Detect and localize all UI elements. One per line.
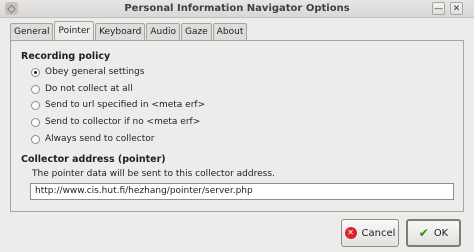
- tab-gaze[interactable]: Gaze: [180, 23, 212, 40]
- title-bar: ◇ Personal Information Navigator Options…: [0, 0, 474, 18]
- tab-audio[interactable]: Audio: [146, 23, 180, 40]
- radio-unchecked-icon[interactable]: [31, 134, 40, 144]
- collector-description: The pointer data will be sent to this co…: [32, 169, 275, 179]
- tab-general[interactable]: General: [10, 23, 54, 40]
- radio-label: Send to url specified in <meta erf>: [45, 100, 206, 110]
- ok-label: OK: [433, 227, 449, 239]
- radio-unchecked-icon[interactable]: [31, 117, 40, 127]
- tab-pointer[interactable]: Pointer: [54, 21, 95, 40]
- radio-obey-general[interactable]: Obey general settings: [31, 66, 144, 78]
- collector-address-heading: Collector address (pointer): [21, 154, 166, 165]
- radio-send-to-collector-if-no-meta[interactable]: Send to collector if no <meta erf>: [31, 116, 200, 128]
- cancel-label: Cancel: [361, 227, 396, 239]
- ok-button[interactable]: ✔ OK: [406, 219, 461, 247]
- collector-address-input[interactable]: http://www.cis.hut.fi/hezhang/pointer/se…: [30, 183, 454, 200]
- radio-do-not-collect[interactable]: Do not collect at all: [31, 83, 133, 95]
- radio-label: Do not collect at all: [45, 84, 133, 94]
- radio-always-send[interactable]: Always send to collector: [31, 133, 155, 145]
- cancel-icon: ✕: [344, 227, 357, 239]
- tab-bar: General Pointer Keyboard Audio Gaze Abou…: [10, 21, 248, 41]
- tab-about[interactable]: About: [212, 23, 248, 40]
- minimize-button[interactable]: —: [432, 2, 445, 15]
- radio-label: Send to collector if no <meta erf>: [45, 117, 201, 127]
- radio-checked-icon[interactable]: [31, 67, 40, 77]
- radio-unchecked-icon[interactable]: [31, 84, 40, 94]
- radio-label: Obey general settings: [45, 67, 145, 77]
- checkmark-icon: ✔: [418, 226, 429, 240]
- cancel-button[interactable]: ✕ Cancel: [341, 219, 399, 247]
- radio-send-to-url[interactable]: Send to url specified in <meta erf>: [31, 99, 205, 111]
- window-title: Personal Information Navigator Options: [124, 3, 350, 14]
- radio-label: Always send to collector: [45, 134, 155, 144]
- radio-unchecked-icon[interactable]: [31, 100, 40, 110]
- recording-policy-heading: Recording policy: [21, 51, 111, 62]
- tab-keyboard[interactable]: Keyboard: [95, 23, 146, 40]
- close-button[interactable]: ✕: [450, 2, 463, 15]
